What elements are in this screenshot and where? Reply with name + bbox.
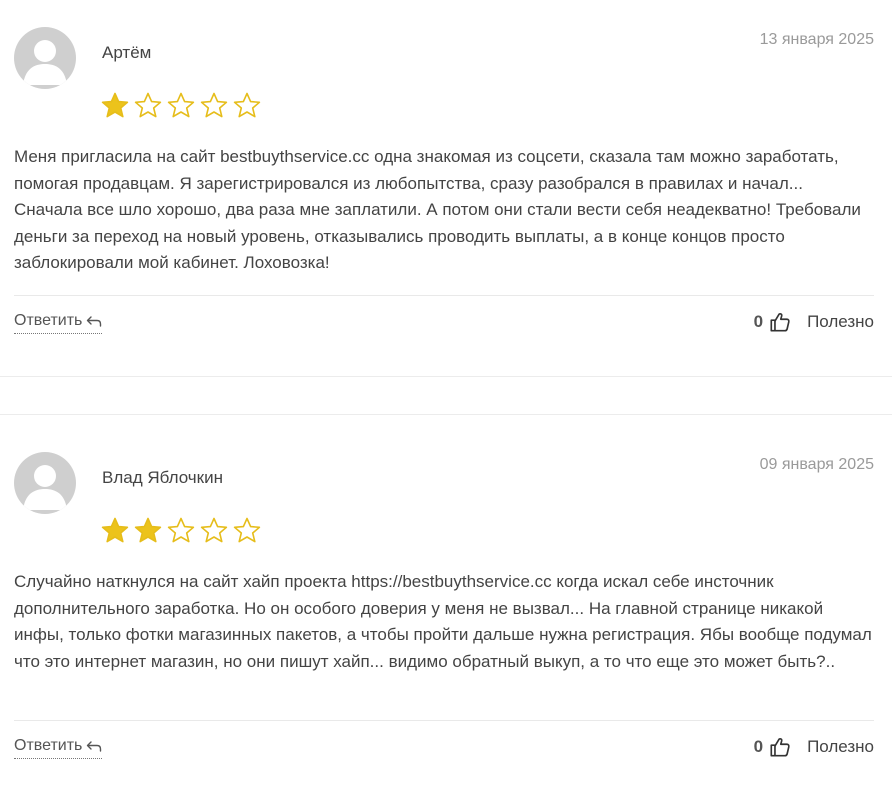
useful-count: 0	[753, 737, 764, 756]
thumbs-up-icon[interactable]	[769, 736, 791, 758]
star-empty-icon	[200, 517, 228, 543]
star-empty-icon	[233, 92, 261, 118]
avatar-icon	[14, 452, 76, 514]
divider	[14, 720, 874, 721]
reply-label: Ответить	[14, 737, 83, 754]
review-author: Влад Яблочкин	[102, 468, 223, 487]
thumbs-up-icon[interactable]	[769, 311, 791, 333]
useful-button[interactable]: Полезно	[807, 737, 874, 757]
star-empty-icon	[167, 517, 195, 543]
star-empty-icon	[167, 92, 195, 118]
star-empty-icon	[134, 92, 162, 118]
review-author: Артём	[102, 43, 152, 62]
reply-button[interactable]: Ответить	[14, 312, 103, 334]
useful-block: 0 Полезно	[754, 732, 874, 762]
rating-stars	[100, 516, 265, 546]
review-date: 09 января 2025	[759, 456, 874, 473]
rating-stars	[100, 91, 265, 121]
star-empty-icon	[200, 92, 228, 118]
star-filled-icon	[101, 517, 129, 543]
review-separator-top	[0, 376, 892, 377]
reply-label: Ответить	[14, 312, 83, 329]
divider	[14, 295, 874, 296]
review-date: 13 января 2025	[759, 31, 874, 48]
reply-button[interactable]: Ответить	[14, 737, 103, 759]
star-filled-icon	[134, 517, 162, 543]
avatar-icon	[14, 27, 76, 89]
review-text: Меня пригласила на сайт bestbuythservice…	[14, 147, 861, 272]
reply-arrow-icon	[87, 316, 102, 327]
review-text: Случайно наткнулся на сайт хайп проекта …	[14, 572, 872, 671]
useful-button[interactable]: Полезно	[807, 312, 874, 332]
useful-count: 0	[753, 312, 764, 331]
useful-block: 0 Полезно	[754, 307, 874, 337]
star-filled-icon	[101, 92, 129, 118]
review-separator-bottom	[0, 414, 892, 415]
star-empty-icon	[233, 517, 261, 543]
reply-arrow-icon	[87, 741, 102, 752]
